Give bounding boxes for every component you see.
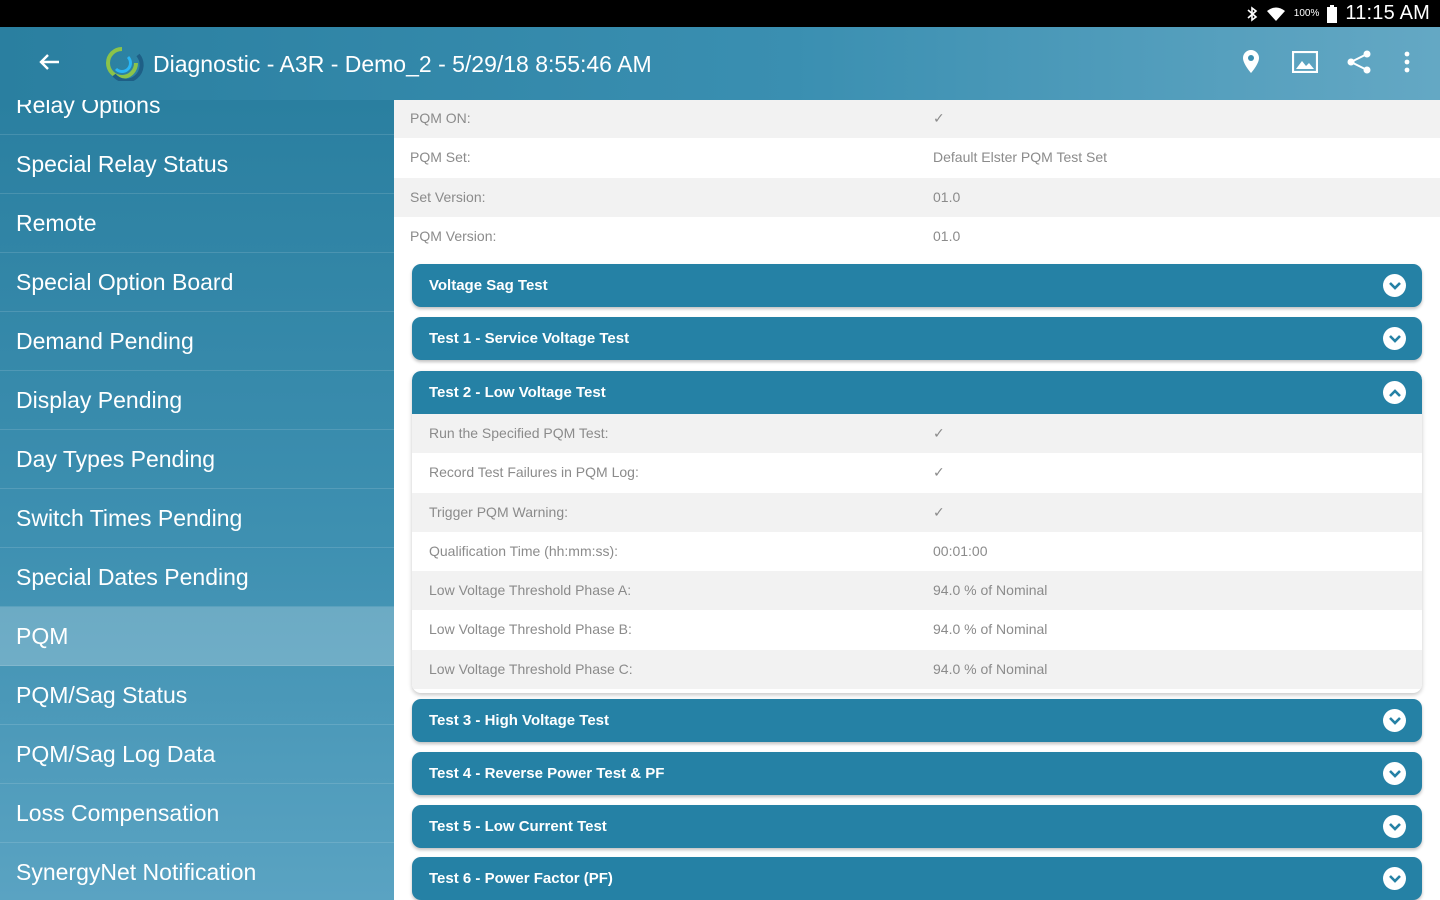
row-label: Run the Specified PQM Test: bbox=[429, 425, 609, 441]
section-label: Test 6 - Power Factor (PF) bbox=[429, 870, 613, 887]
row-label: Trigger PQM Warning: bbox=[429, 503, 568, 520]
table-row: PQM ON: ✓ bbox=[394, 100, 1440, 139]
chevron-down-icon[interactable] bbox=[1383, 274, 1406, 297]
section-label: Test 5 - Low Current Test bbox=[429, 818, 607, 835]
sidebar-item[interactable]: Display Pending bbox=[0, 371, 394, 430]
sidebar-item[interactable]: Special Relay Status bbox=[0, 135, 394, 194]
row-value: Default Elster PQM Test Set bbox=[933, 149, 1108, 166]
wifi-icon bbox=[1266, 6, 1286, 22]
pqm-summary: PQM ON: ✓ PQM Set: Default Elster PQM Test … bbox=[394, 100, 1440, 256]
chevron-down-icon[interactable] bbox=[1383, 867, 1406, 890]
section-test-3[interactable]: Test 3 - High Voltage Test bbox=[412, 699, 1422, 742]
clock-time: 11:15 AM bbox=[1345, 2, 1430, 24]
sidebar-item[interactable]: Special Dates Pending bbox=[0, 548, 394, 607]
sidebar-item[interactable]: PQM/Sag Log Data bbox=[0, 725, 394, 784]
sidebar-item[interactable]: Loss Compensation bbox=[0, 784, 394, 843]
row-label: Low Voltage Threshold Phase C: bbox=[429, 660, 633, 677]
table-row: Low Voltage Threshold Phase B: 94.0 % of … bbox=[412, 610, 1422, 649]
row-value: 00:01:00 bbox=[933, 542, 988, 559]
chevron-down-icon[interactable] bbox=[1383, 815, 1406, 838]
section-label: Voltage Sag Test bbox=[429, 277, 548, 294]
more-vert-icon bbox=[1404, 51, 1410, 78]
sidebar-item[interactable]: Remote bbox=[0, 194, 394, 253]
main-content: PQM ON: ✓ PQM Set: Default Elster PQM Test … bbox=[394, 100, 1440, 900]
section-test-6[interactable]: Test 6 - Power Factor (PF) bbox=[412, 857, 1422, 900]
location-button[interactable] bbox=[1231, 45, 1271, 83]
chevron-down-icon[interactable] bbox=[1383, 709, 1406, 732]
table-row: Low Voltage Threshold Phase A: 94.0 % of … bbox=[412, 571, 1422, 611]
row-label: PQM Set: bbox=[410, 149, 471, 166]
status-bar-right: 100% 11:15 AM bbox=[1246, 0, 1430, 27]
battery-icon bbox=[1327, 4, 1338, 23]
app-bar: Diagnostic - A3R - Demo_2 - 5/29/18 8:55… bbox=[0, 27, 1440, 100]
row-value: ✓ bbox=[933, 464, 945, 481]
location-pin-icon bbox=[1242, 49, 1260, 79]
chevron-up-icon[interactable] bbox=[1383, 381, 1406, 404]
table-row: Set Version: 01.0 bbox=[394, 177, 1440, 217]
row-label: Record Test Failures in PQM Log: bbox=[429, 464, 639, 481]
table-row: PQM Version: 01.0 bbox=[394, 217, 1440, 256]
page-title: Diagnostic - A3R - Demo_2 - 5/29/18 8:55… bbox=[153, 51, 652, 77]
share-button[interactable] bbox=[1339, 45, 1379, 83]
row-label: PQM Version: bbox=[410, 227, 497, 244]
sidebar-item[interactable]: Switch Times Pending bbox=[0, 489, 394, 548]
image-icon bbox=[1291, 50, 1319, 78]
row-value: ✓ bbox=[933, 110, 945, 126]
app-logo bbox=[98, 45, 146, 83]
sidebar-item[interactable]: Relay Options bbox=[0, 100, 394, 135]
table-row: Low Voltage Threshold Phase C: 94.0 % of … bbox=[412, 649, 1422, 690]
row-label: Qualification Time (hh:mm:ss): bbox=[429, 542, 619, 559]
row-label: Low Voltage Threshold Phase B: bbox=[429, 621, 632, 638]
row-value: 01.0 bbox=[933, 188, 961, 205]
section-label: Test 3 - High Voltage Test bbox=[429, 712, 610, 729]
table-row: Trigger PQM Warning: ✓ bbox=[412, 492, 1422, 532]
row-value: 94.0 % of Nominal bbox=[933, 582, 1048, 599]
row-value: 94.0 % of Nominal bbox=[933, 660, 1048, 677]
chevron-down-icon[interactable] bbox=[1383, 327, 1406, 350]
sidebar-item[interactable]: SynergyNet Notification bbox=[0, 843, 394, 900]
image-button[interactable] bbox=[1285, 45, 1325, 83]
share-icon bbox=[1346, 50, 1372, 79]
section-test-2-panel: Test 2 - Low Voltage Test Run the Specif… bbox=[412, 371, 1422, 693]
section-test-2-body: Run the Specified PQM Test: ✓ Record Test … bbox=[412, 414, 1422, 690]
row-value: 01.0 bbox=[933, 227, 961, 244]
table-row: PQM Set: Default Elster PQM Test Set bbox=[394, 138, 1440, 177]
row-value: 94.0 % of Nominal bbox=[933, 621, 1048, 638]
section-label: Test 4 - Reverse Power Test & PF bbox=[429, 765, 665, 782]
table-row: Qualification Time (hh:mm:ss): 00:01:00 bbox=[412, 532, 1422, 571]
back-button[interactable] bbox=[28, 45, 70, 83]
status-bar: 100% 11:15 AM bbox=[0, 0, 1440, 27]
row-label: PQM ON: bbox=[410, 110, 471, 126]
section-label: Test 1 - Service Voltage Test bbox=[429, 330, 630, 347]
table-row: Record Test Failures in PQM Log: ✓ bbox=[412, 453, 1422, 492]
sidebar-item[interactable]: Demand Pending bbox=[0, 312, 394, 371]
sidebar-item[interactable]: PQM/Sag Status bbox=[0, 666, 394, 725]
section-test-4[interactable]: Test 4 - Reverse Power Test & PF bbox=[412, 752, 1422, 795]
chevron-down-icon[interactable] bbox=[1383, 762, 1406, 785]
row-value: ✓ bbox=[933, 503, 945, 520]
battery-percent: 100% bbox=[1293, 7, 1320, 19]
row-value: ✓ bbox=[933, 425, 945, 441]
back-arrow-icon bbox=[38, 53, 60, 76]
section-voltage-sag-test[interactable]: Voltage Sag Test bbox=[412, 264, 1422, 307]
section-test-2[interactable]: Test 2 - Low Voltage Test bbox=[412, 371, 1422, 414]
sidebar-list: Relay Options Special Relay Status Remote S… bbox=[0, 100, 394, 900]
row-label: Low Voltage Threshold Phase A: bbox=[429, 582, 632, 599]
sidebar-item[interactable]: PQM bbox=[0, 607, 394, 666]
table-row: Run the Specified PQM Test: ✓ bbox=[412, 414, 1422, 454]
sidebar-item[interactable]: Special Option Board bbox=[0, 253, 394, 312]
sidebar: Relay Options Special Relay Status Remote S… bbox=[0, 100, 394, 900]
section-label: Test 2 - Low Voltage Test bbox=[429, 384, 606, 401]
more-options-button[interactable] bbox=[1387, 45, 1427, 83]
bluetooth-icon bbox=[1246, 5, 1258, 22]
section-test-5[interactable]: Test 5 - Low Current Test bbox=[412, 805, 1422, 848]
section-test-1[interactable]: Test 1 - Service Voltage Test bbox=[412, 317, 1422, 360]
sidebar-item[interactable]: Day Types Pending bbox=[0, 430, 394, 489]
row-label: Set Version: bbox=[410, 188, 486, 205]
